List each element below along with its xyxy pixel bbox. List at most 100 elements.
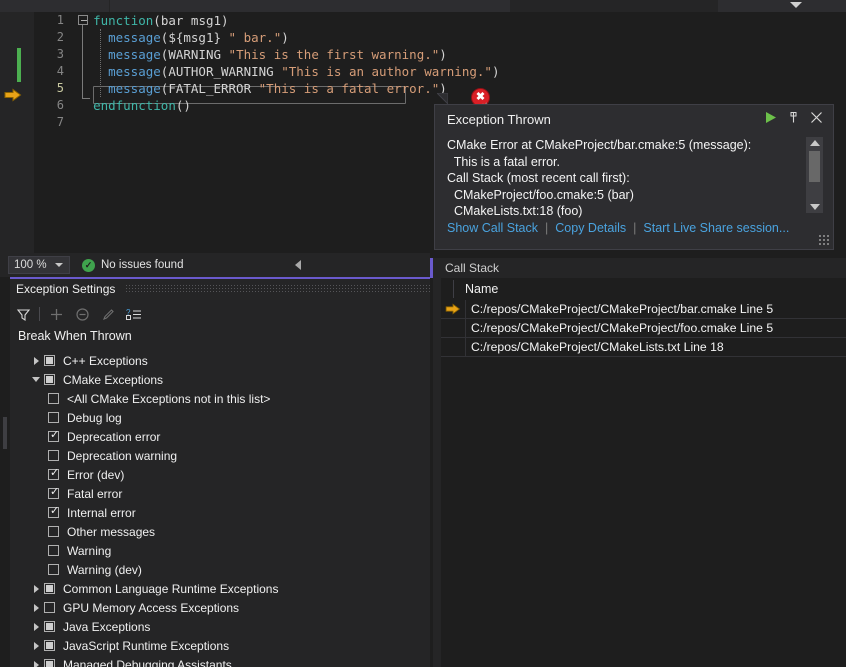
call-stack-row-gutter xyxy=(441,300,466,318)
exception-label: Deprecation error xyxy=(67,430,160,444)
exception-checkbox[interactable]: ✓ xyxy=(48,507,59,518)
zoom-level-combobox[interactable]: 100 % xyxy=(8,256,70,274)
show-columns-icon[interactable]: ? xyxy=(121,303,147,325)
call-stack-row[interactable]: C:/repos/CMakeProject/CMakeLists.txt Lin… xyxy=(441,338,846,357)
exception-checkbox[interactable] xyxy=(48,526,59,537)
close-icon[interactable] xyxy=(810,111,823,127)
popup-link[interactable]: Show Call Stack xyxy=(447,221,538,235)
panel-drag-grip[interactable] xyxy=(125,284,430,294)
scroll-down-icon[interactable] xyxy=(810,204,820,210)
exception-checkbox[interactable]: ✓ xyxy=(48,469,59,480)
tab-divider xyxy=(510,0,511,12)
chevron-right-icon[interactable] xyxy=(28,661,44,667)
exception-checkbox[interactable] xyxy=(48,393,59,404)
exception-checkbox[interactable]: ✓ xyxy=(48,488,59,499)
chevron-right-icon[interactable] xyxy=(28,604,44,612)
exception-tree-row[interactable]: ✓ Error (dev) xyxy=(10,465,430,484)
code-token xyxy=(221,30,229,45)
editor-indicator-margin[interactable] xyxy=(0,12,25,253)
chevron-right-icon[interactable] xyxy=(28,357,44,365)
call-stack-frame-label: C:/repos/CMakeProject/CMakeProject/foo.c… xyxy=(471,321,773,335)
popup-links: Show Call Stack|Copy Details|Start Live … xyxy=(447,221,789,235)
code-token: "This is a fatal error." xyxy=(259,81,440,96)
remove-icon[interactable] xyxy=(69,303,95,325)
code-line[interactable]: 1 function(bar msg1) xyxy=(34,12,846,29)
call-stack-row[interactable]: C:/repos/CMakeProject/CMakeProject/foo.c… xyxy=(441,319,846,338)
popup-link[interactable]: Start Live Share session... xyxy=(643,221,789,235)
exception-checkbox[interactable] xyxy=(44,621,55,632)
exception-tree-row[interactable]: Warning xyxy=(10,541,430,560)
exception-tree-row[interactable]: Deprecation warning xyxy=(10,446,430,465)
code-token: ) xyxy=(492,64,500,79)
exception-tree-row[interactable]: ✓Fatal error xyxy=(10,484,430,503)
exception-tree-row[interactable]: Other messages xyxy=(10,522,430,541)
exception-checkbox[interactable]: ✓ xyxy=(48,431,59,442)
exception-tree-row[interactable]: CMake Exceptions xyxy=(10,370,430,389)
popup-link[interactable]: Copy Details xyxy=(555,221,626,235)
call-stack-row[interactable]: C:/repos/CMakeProject/CMakeProject/bar.c… xyxy=(441,300,846,319)
zoom-level-value: 100 % xyxy=(9,259,47,271)
code-token: "This is an author warning." xyxy=(281,64,492,79)
exception-tree-row[interactable]: GPU Memory Access Exceptions xyxy=(10,598,430,617)
pin-icon[interactable] xyxy=(787,111,800,127)
exception-tree-row[interactable]: Common Language Runtime Exceptions xyxy=(10,579,430,598)
line-number: 4 xyxy=(34,63,64,80)
exception-tree-row[interactable]: ✓ Deprecation error xyxy=(10,427,430,446)
exception-tree-row[interactable]: Managed Debugging Assistants xyxy=(10,655,430,667)
exception-checkbox[interactable] xyxy=(44,374,55,385)
chevron-down-icon[interactable] xyxy=(28,377,44,382)
exception-checkbox[interactable] xyxy=(44,583,55,594)
exception-label: Error (dev) xyxy=(67,468,124,482)
active-document-tab[interactable] xyxy=(510,0,718,12)
code-line[interactable]: 3 message(WARNING "This is the first war… xyxy=(34,46,846,63)
splitter-handle[interactable] xyxy=(3,417,7,449)
exception-tree[interactable]: C++ Exceptions CMake Exceptions<All CMake… xyxy=(10,351,430,667)
exception-checkbox[interactable] xyxy=(48,545,59,556)
exception-checkbox[interactable] xyxy=(44,355,55,366)
exception-tree-row[interactable]: Java Exceptions xyxy=(10,617,430,636)
exception-label: GPU Memory Access Exceptions xyxy=(63,601,239,615)
nav-back-icon[interactable] xyxy=(295,260,301,270)
chevron-right-icon[interactable] xyxy=(28,585,44,593)
chevron-right-icon[interactable] xyxy=(28,623,44,631)
filter-icon[interactable] xyxy=(10,303,36,325)
exception-checkbox[interactable] xyxy=(48,450,59,461)
exception-tree-row[interactable]: C++ Exceptions xyxy=(10,351,430,370)
exception-checkbox[interactable] xyxy=(44,640,55,651)
exception-tree-row[interactable]: Warning (dev) xyxy=(10,560,430,579)
code-text: function(bar msg1) xyxy=(78,12,229,29)
chevron-down-icon[interactable] xyxy=(55,263,63,267)
exception-checkbox[interactable] xyxy=(44,602,55,613)
exception-settings-header[interactable]: Exception Settings xyxy=(10,279,430,299)
call-stack-header[interactable]: Call Stack xyxy=(441,258,846,278)
add-icon[interactable] xyxy=(43,303,69,325)
exception-tree-row[interactable]: Debug log xyxy=(10,408,430,427)
resize-grip[interactable] xyxy=(818,234,830,246)
code-line[interactable]: 4 message(AUTHOR_WARNING "This is an aut… xyxy=(34,63,846,80)
issue-status[interactable]: ✓ No issues found xyxy=(82,259,183,272)
document-tab-strip xyxy=(0,0,846,12)
call-stack-column-header[interactable]: Name xyxy=(441,278,846,301)
code-token: message xyxy=(108,81,161,96)
exception-checkbox[interactable] xyxy=(44,659,55,667)
scrollbar-thumb[interactable] xyxy=(809,151,820,182)
scroll-up-icon[interactable] xyxy=(810,140,820,146)
editor-glyph-margin[interactable] xyxy=(25,12,34,253)
exception-checkbox[interactable] xyxy=(48,564,59,575)
edit-icon[interactable] xyxy=(95,303,121,325)
code-token: ) xyxy=(281,30,289,45)
exception-tree-row[interactable]: JavaScript Runtime Exceptions xyxy=(10,636,430,655)
popup-message-line: This is a fatal error. xyxy=(447,154,803,171)
exception-label: Warning xyxy=(67,544,111,558)
code-line[interactable]: 2 message(${msg1} " bar.") xyxy=(34,29,846,46)
chevron-down-icon[interactable] xyxy=(790,2,802,8)
call-stack-rows[interactable]: C:/repos/CMakeProject/CMakeProject/bar.c… xyxy=(441,300,846,357)
exception-tree-row[interactable]: <All CMake Exceptions not in this list> xyxy=(10,389,430,408)
exception-label: Common Language Runtime Exceptions xyxy=(63,582,278,596)
exception-checkbox[interactable] xyxy=(48,412,59,423)
popup-scrollbar[interactable] xyxy=(806,137,823,213)
continue-icon[interactable] xyxy=(764,111,777,127)
exception-label: C++ Exceptions xyxy=(63,354,148,368)
chevron-right-icon[interactable] xyxy=(28,642,44,650)
exception-tree-row[interactable]: ✓Internal error xyxy=(10,503,430,522)
